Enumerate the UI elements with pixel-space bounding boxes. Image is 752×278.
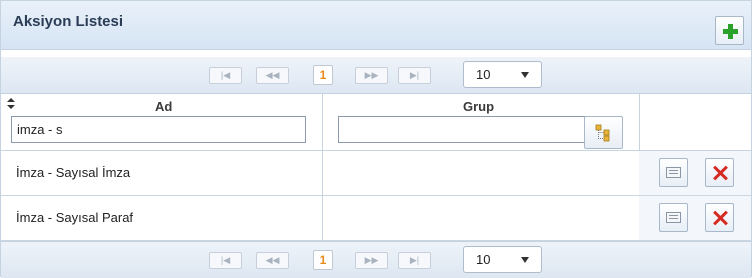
ad-filter-input[interactable] (11, 116, 306, 143)
grup-filter-input[interactable] (338, 116, 588, 143)
row-ad-cell: İmza - Sayısal İmza (16, 165, 131, 180)
action-list-panel: Aksiyon Listesi |◀ ◀◀ 1 ▶▶ ▶| 10 Ad Grup (0, 0, 752, 278)
delete-button[interactable] (705, 203, 734, 232)
row-ad-cell: İmza - Sayısal Paraf (16, 210, 134, 225)
edit-button[interactable] (659, 158, 688, 187)
table-row[interactable]: İmza - Sayısal İmza (1, 151, 751, 196)
chevron-down-icon (521, 257, 529, 263)
prev-page-button[interactable]: ◀◀ (256, 67, 289, 84)
page-size-select[interactable]: 10 (463, 246, 542, 273)
delete-icon (713, 210, 727, 226)
edit-icon (666, 167, 681, 178)
first-page-button[interactable]: |◀ (209, 67, 242, 84)
prev-page-button[interactable]: ◀◀ (256, 252, 289, 269)
current-page[interactable]: 1 (313, 65, 333, 85)
delete-button[interactable] (705, 158, 734, 187)
next-page-button[interactable]: ▶▶ (355, 252, 388, 269)
column-header-grup[interactable]: Grup (463, 99, 494, 114)
tree-select-icon (595, 124, 610, 142)
chevron-down-icon (521, 72, 529, 78)
edit-button[interactable] (659, 203, 688, 232)
column-divider (322, 196, 323, 240)
column-divider (639, 94, 640, 150)
next-page-button[interactable]: ▶▶ (355, 67, 388, 84)
sort-icon[interactable] (7, 98, 16, 110)
row-actions (639, 196, 751, 240)
add-button[interactable] (715, 16, 744, 45)
panel-title: Aksiyon Listesi (13, 13, 124, 30)
current-page[interactable]: 1 (313, 250, 333, 270)
last-page-button[interactable]: ▶| (398, 67, 431, 84)
row-actions (639, 151, 751, 195)
page-size-value: 10 (476, 67, 491, 82)
page-size-select[interactable]: 10 (463, 61, 542, 88)
delete-icon (713, 165, 727, 181)
page-size-value: 10 (476, 252, 491, 267)
grup-tree-select-button[interactable] (584, 116, 623, 149)
table-row[interactable]: İmza - Sayısal Paraf (1, 196, 751, 241)
paginator-top: |◀ ◀◀ 1 ▶▶ ▶| 10 (1, 57, 751, 94)
first-page-button[interactable]: |◀ (209, 252, 242, 269)
panel-header: Aksiyon Listesi (1, 1, 751, 50)
column-header-ad[interactable]: Ad (155, 99, 172, 114)
paginator-bottom: |◀ ◀◀ 1 ▶▶ ▶| 10 (1, 241, 751, 278)
plus-icon (723, 24, 738, 39)
last-page-button[interactable]: ▶| (398, 252, 431, 269)
column-divider (322, 151, 323, 195)
edit-icon (666, 212, 681, 223)
column-divider (322, 94, 323, 150)
